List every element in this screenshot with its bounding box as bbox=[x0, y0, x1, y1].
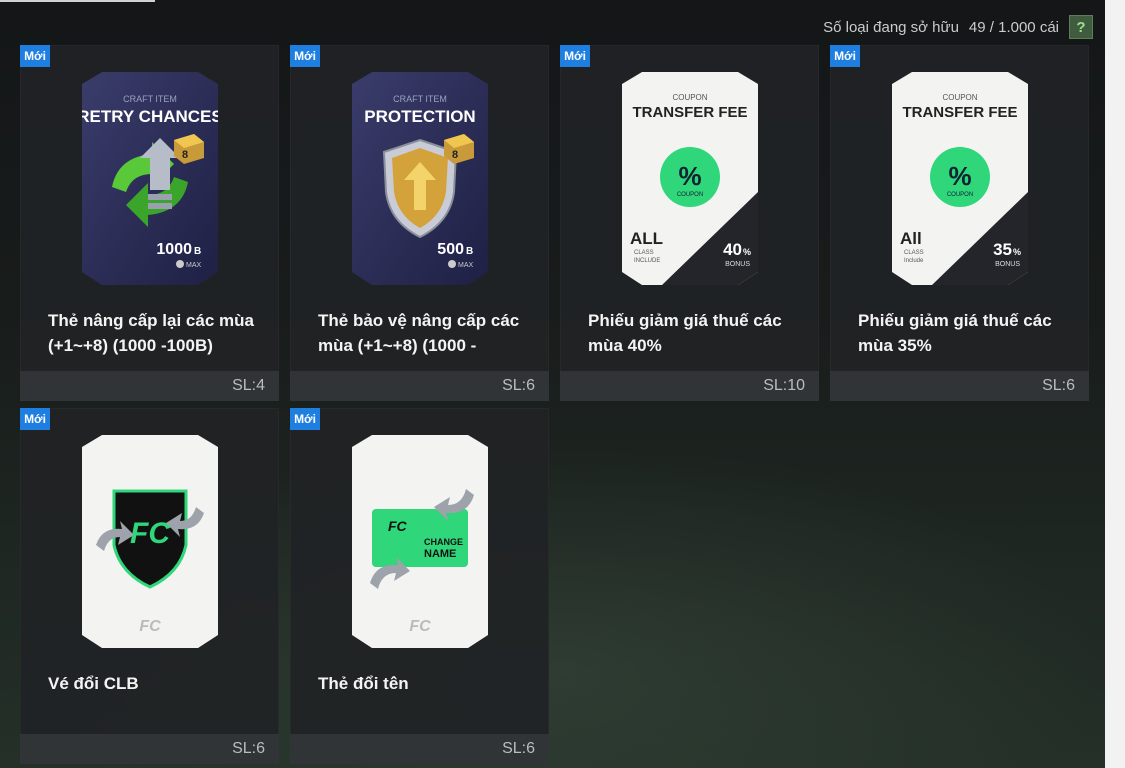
coupon-label: COUPON bbox=[676, 192, 702, 198]
card-top-label: COUPON bbox=[942, 93, 977, 102]
protection-card-art: CRAFT ITEM PROTECTION 8 500 B MAX bbox=[351, 72, 488, 285]
coupon-percent-icon: % COUPON bbox=[929, 147, 990, 207]
item-card-club-change[interactable]: Mới FC FC Vé đổi CLB SL:6 bbox=[20, 408, 279, 764]
card-top-label: CRAFT ITEM bbox=[123, 94, 177, 104]
svg-text:FC: FC bbox=[130, 517, 171, 550]
new-badge: Mới bbox=[290, 45, 320, 67]
owned-label: Số loại đang sở hữu bbox=[823, 18, 959, 36]
item-quantity: SL:6 bbox=[1042, 377, 1075, 394]
right-edge-strip bbox=[1105, 0, 1125, 768]
card-top-label: CRAFT ITEM bbox=[393, 94, 447, 104]
fc-logo-watermark: FC bbox=[139, 618, 161, 635]
item-card-transfer-fee-40[interactable]: Mới COUPON TRANSFER FEE % COUPON ALL CLA… bbox=[560, 45, 819, 401]
bonus-label: BONUS bbox=[725, 261, 750, 268]
retry-chances-card-art: CRAFT ITEM RETRY CHANCES 8 1000 B MAX bbox=[81, 72, 218, 285]
class-sub1: CLASS bbox=[634, 250, 654, 256]
class-label: All bbox=[900, 229, 922, 248]
card-top-label: COUPON bbox=[672, 93, 707, 102]
card-value: 500 bbox=[437, 241, 464, 258]
coupon-percent-icon: % COUPON bbox=[659, 147, 720, 207]
item-card-change-name[interactable]: Mới FC CHANGE NAME FC Thẻ đổi tên SL:6 bbox=[290, 408, 549, 764]
percent-value: 40 bbox=[723, 240, 742, 259]
card-title: RETRY CHANCES bbox=[82, 107, 218, 126]
card-unit: B bbox=[194, 246, 201, 257]
new-badge: Mới bbox=[20, 45, 50, 67]
item-quantity: SL:6 bbox=[502, 740, 535, 757]
item-name: Phiếu giảm giá thuế các mùa 35% bbox=[858, 311, 1052, 355]
svg-text:%: % bbox=[678, 161, 701, 191]
new-badge: Mới bbox=[560, 45, 590, 67]
owned-count: 49 / 1.000 cái bbox=[968, 18, 1059, 36]
item-quantity: SL:4 bbox=[232, 377, 265, 394]
fc-logo-watermark: FC bbox=[409, 618, 431, 635]
card-value: 1000 bbox=[156, 241, 192, 258]
item-footer: SL:6 bbox=[290, 734, 549, 764]
change-label-line1: CHANGE bbox=[424, 537, 463, 547]
new-badge: Mới bbox=[290, 408, 320, 430]
item-name: Thẻ nâng cấp lại các mùa (+1~+8) (1000 -… bbox=[48, 311, 254, 355]
item-name: Thẻ đổi tên bbox=[318, 674, 409, 693]
item-name: Thẻ bảo vệ nâng cấp các mùa (+1~+8) (100… bbox=[318, 311, 520, 355]
svg-text:%: % bbox=[743, 247, 751, 257]
coupon-label: COUPON bbox=[946, 192, 972, 198]
class-sub1: CLASS bbox=[904, 250, 924, 256]
percent-value: 35 bbox=[993, 240, 1012, 259]
new-badge: Mới bbox=[20, 408, 50, 430]
item-quantity: SL:6 bbox=[232, 740, 265, 757]
class-sub2: Include bbox=[904, 258, 924, 264]
item-footer: SL:4 bbox=[20, 371, 279, 401]
class-sub2: INCLUDE bbox=[634, 258, 660, 264]
help-button[interactable]: ? bbox=[1069, 15, 1093, 39]
svg-text:%: % bbox=[948, 161, 971, 191]
svg-text:FC: FC bbox=[388, 518, 408, 534]
item-name: Vé đổi CLB bbox=[48, 674, 139, 693]
card-max-label: MAX bbox=[458, 262, 474, 269]
card-title: TRANSFER FEE bbox=[902, 104, 1017, 121]
new-badge: Mới bbox=[830, 45, 860, 67]
max-icon bbox=[447, 260, 456, 268]
item-quantity: SL:10 bbox=[763, 377, 805, 394]
item-card-retry-chances[interactable]: Mới CRAFT ITEM RETRY CHANCES 8 1000 B MA… bbox=[20, 45, 279, 401]
change-name-card-art: FC CHANGE NAME FC bbox=[351, 435, 488, 648]
inventory-header: Số loại đang sở hữu 49 / 1.000 cái ? bbox=[823, 14, 1093, 40]
transfer-fee-35-card-art: COUPON TRANSFER FEE % COUPON All CLASS I… bbox=[891, 72, 1028, 285]
item-card-transfer-fee-35[interactable]: Mới COUPON TRANSFER FEE % COUPON All CLA… bbox=[830, 45, 1089, 401]
level-number: 8 bbox=[451, 149, 457, 161]
level-number: 8 bbox=[181, 149, 187, 161]
name-tag-icon: FC CHANGE NAME bbox=[371, 509, 468, 567]
item-name: Phiếu giảm giá thuế các mùa 40% bbox=[588, 311, 782, 355]
transfer-fee-40-card-art: COUPON TRANSFER FEE % COUPON ALL CLASS I… bbox=[621, 72, 758, 285]
item-footer: SL:6 bbox=[290, 371, 549, 401]
card-title: TRANSFER FEE bbox=[632, 104, 747, 121]
card-title: PROTECTION bbox=[364, 107, 475, 126]
item-card-protection[interactable]: Mới CRAFT ITEM PROTECTION 8 500 B MAX Th… bbox=[290, 45, 549, 401]
item-footer: SL:6 bbox=[830, 371, 1089, 401]
change-label-line2: NAME bbox=[424, 548, 456, 560]
club-change-card-art: FC FC bbox=[81, 435, 218, 648]
card-max-label: MAX bbox=[186, 262, 202, 269]
class-label: ALL bbox=[630, 229, 663, 248]
svg-text:%: % bbox=[1013, 247, 1021, 257]
top-accent-line bbox=[0, 0, 155, 2]
item-footer: SL:10 bbox=[560, 371, 819, 401]
card-unit: B bbox=[466, 246, 473, 257]
max-icon bbox=[175, 260, 184, 268]
item-quantity: SL:6 bbox=[502, 377, 535, 394]
item-footer: SL:6 bbox=[20, 734, 279, 764]
bonus-label: BONUS bbox=[995, 261, 1020, 268]
